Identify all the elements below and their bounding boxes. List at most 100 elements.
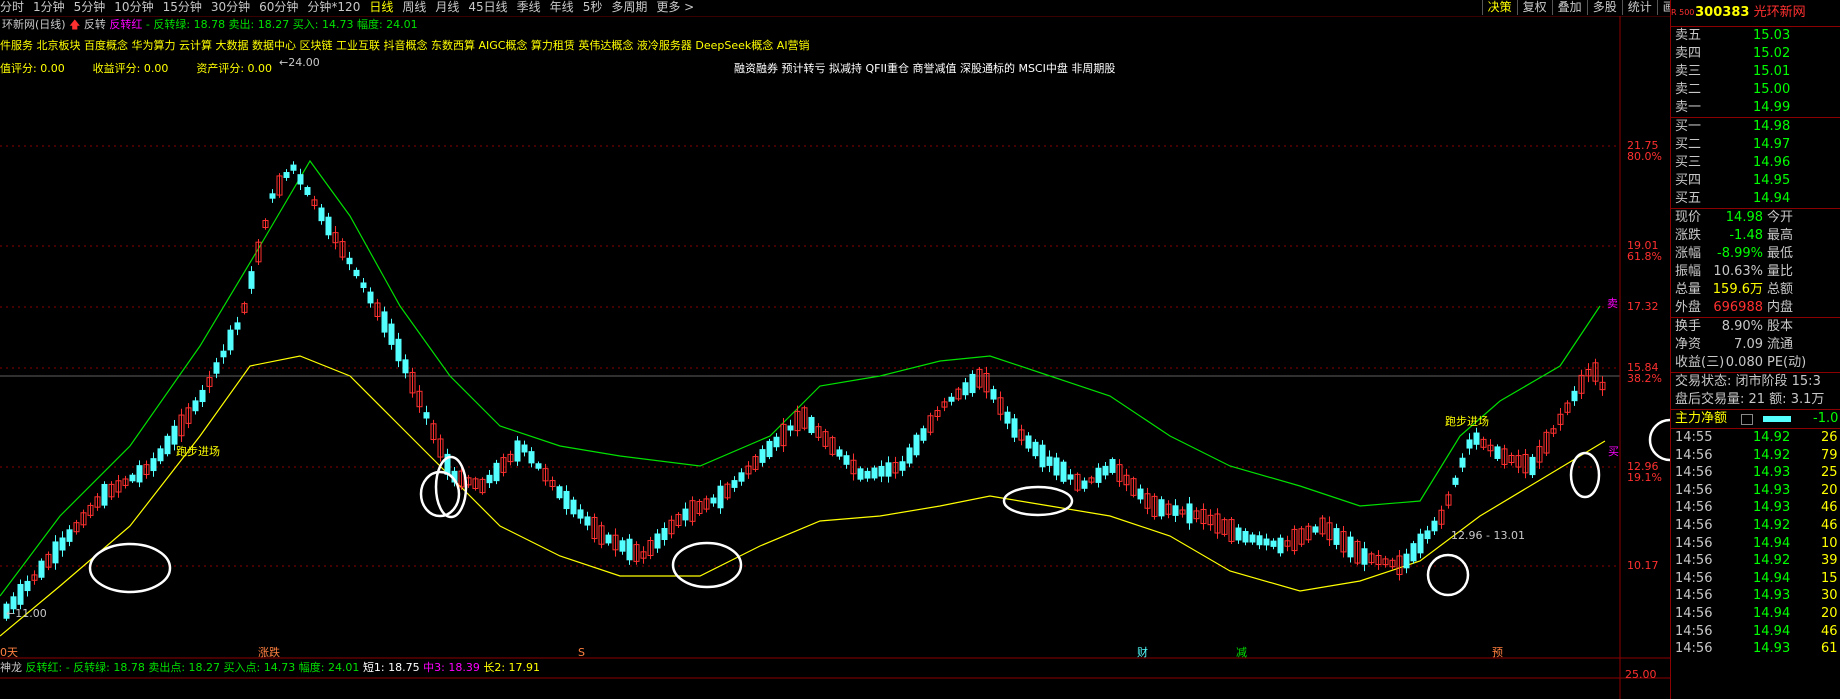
candle-body [843, 455, 850, 465]
short-line-value: 短1: 18.75 [362, 661, 420, 674]
main-net-row[interactable]: 主力净额 -1.0 [1671, 410, 1840, 428]
tick-price: 14.92 [1753, 517, 1791, 533]
tick-volume: 39 [1821, 553, 1838, 569]
toolbar-button[interactable]: 决策 [1481, 0, 1517, 15]
stat-label-2: 量比 [1767, 264, 1794, 279]
main-net-value: -1.0 [1813, 411, 1839, 426]
stat-label-2: 流通 [1767, 337, 1794, 352]
candle-body [605, 534, 612, 544]
candle-body [654, 533, 661, 549]
period-tab[interactable]: 5秒 [583, 0, 603, 15]
orderbook-label: 卖四 [1675, 46, 1702, 61]
stat-value: 159.6万 [1712, 282, 1763, 297]
orderbook-row[interactable]: 卖二 15.00 [1671, 81, 1840, 99]
trade-status: 交易状态: 闭市阶段 15:3 [1675, 374, 1821, 389]
orderbook-price: 14.98 [1753, 119, 1791, 134]
period-tab[interactable]: 分时 [0, 0, 24, 15]
orderbook-label: 买三 [1675, 155, 1702, 170]
toolbar-button[interactable]: 复权 [1516, 0, 1552, 15]
event-mark[interactable]: 财 [1137, 646, 1148, 659]
candle-body [1046, 456, 1053, 466]
candle-body [710, 497, 717, 504]
up-arrow-icon: 🡅 [69, 18, 81, 31]
candle-body [227, 329, 234, 351]
event-mark[interactable]: 涨跌 [258, 646, 280, 659]
candle-body [290, 164, 297, 171]
candle-body [878, 465, 885, 477]
toolbar-button[interactable]: 叠加 [1551, 0, 1587, 15]
candle-body [1466, 439, 1473, 449]
period-tab[interactable]: 多周期 [611, 0, 647, 15]
candle-body [38, 560, 45, 578]
candle-body [150, 458, 157, 472]
orderbook-row[interactable]: 买三 14.96 [1671, 154, 1840, 172]
tick-volume: 20 [1821, 482, 1838, 498]
orderbook-row[interactable]: 卖一 14.99 [1671, 99, 1840, 117]
period-tab[interactable]: 月线 [435, 0, 459, 15]
orderbook-row[interactable]: 买二 14.97 [1671, 136, 1840, 154]
period-tab[interactable]: 5分钟 [74, 0, 106, 15]
stat-row: 振幅 10.63% 量比 [1671, 263, 1840, 281]
tick-time: 14:56 [1675, 588, 1713, 604]
orderbook-price: 15.02 [1753, 46, 1791, 61]
kline-chart[interactable] [0, 16, 1670, 699]
tick-list[interactable]: 14:55 14.92 26 14:56 14.92 79 14:56 14.93 25 14:5… [1671, 429, 1840, 658]
candle-body [136, 465, 143, 483]
event-mark[interactable]: 预 [1492, 646, 1503, 659]
event-mark[interactable]: 0天 [0, 646, 18, 659]
orderbook-price: 14.94 [1753, 191, 1791, 206]
period-tab[interactable]: 60分钟 [259, 0, 298, 15]
orderbook-row[interactable]: 卖五 15.03 [1671, 27, 1840, 45]
dropdown-icon[interactable] [1741, 414, 1753, 425]
period-tab[interactable]: 10分钟 [114, 0, 153, 15]
candle-body [1004, 411, 1011, 424]
entry-label-2: 跑步进场 [1445, 415, 1489, 428]
candle-body [157, 448, 164, 462]
candle-body [738, 472, 745, 482]
low-price-label: ←11.00 [6, 607, 47, 620]
high-price-label: ←24.00 [279, 56, 320, 69]
stock-code: 300383 [1695, 5, 1750, 20]
event-mark[interactable]: 减 [1236, 646, 1247, 659]
score-row: 值评分: 0.00 收益评分: 0.00 资产评分: 0.00 [0, 62, 273, 75]
stock-flags: 融资融券 预计转亏 拟减持 QFII重仓 商誉减值 深股通标的 MSCI中盘 非… [734, 62, 1116, 75]
candle-body [577, 509, 584, 519]
chart-title-row: 环新网(日线) 🡅 反转 反转红 - 反转绿: 18.78 卖出: 18.27 … [2, 18, 418, 31]
period-tab[interactable]: 45日线 [468, 0, 507, 15]
period-tab[interactable]: 分钟*120 [307, 0, 360, 15]
tick-volume: 46 [1821, 500, 1838, 516]
period-tab[interactable]: 30分钟 [211, 0, 250, 15]
stats-block: 现价 14.98 今开 涨跌 -1.48 最高 涨幅 -8.99% 最低 振幅 10.63% 量比 总量… [1671, 209, 1840, 317]
period-toolbar: 分时 1分钟 5分钟 10分钟 15分钟 30分钟 60分钟 分钟*120 日线 周线 月线 45日线… [0, 0, 1840, 17]
stats-block-2: 换手 8.90% 股本 净资 7.09 流通 收益(三) 0.080 PE(动) [1671, 318, 1840, 372]
orderbook-row[interactable]: 买四 14.95 [1671, 172, 1840, 190]
orderbook-row[interactable]: 买一 14.98 [1671, 118, 1840, 136]
candle-body [570, 499, 577, 515]
orderbook-row[interactable]: 买五 14.94 [1671, 190, 1840, 208]
candle-body [661, 527, 668, 541]
highlight-circle [1426, 553, 1470, 597]
period-tab[interactable]: 年线 [550, 0, 574, 15]
period-tab[interactable]: 1分钟 [33, 0, 65, 15]
candle-body [325, 216, 332, 236]
candle-body [731, 480, 738, 488]
toolbar-button[interactable]: 多股 [1586, 0, 1622, 15]
candle-body [59, 537, 66, 551]
period-tab[interactable]: 周线 [402, 0, 426, 15]
period-tab[interactable]: 更多 > [656, 0, 694, 15]
toolbar-button[interactable]: 统计 [1621, 0, 1657, 15]
candle-body [619, 540, 626, 552]
tick-volume: 25 [1821, 465, 1838, 481]
candle-body [717, 485, 724, 509]
tick-time: 14:56 [1675, 465, 1713, 481]
orderbook-row[interactable]: 卖四 15.02 [1671, 45, 1840, 63]
tick-price: 14.92 [1753, 447, 1791, 463]
event-mark[interactable]: S [578, 646, 585, 659]
orderbook-row[interactable]: 卖三 15.01 [1671, 63, 1840, 81]
candle-body [1137, 488, 1144, 500]
stat-value: 14.98 [1725, 210, 1763, 225]
tick-volume: 26 [1821, 430, 1838, 445]
period-tab[interactable]: 日线 [369, 0, 393, 15]
period-tab[interactable]: 15分钟 [163, 0, 202, 15]
period-tab[interactable]: 季线 [517, 0, 541, 15]
